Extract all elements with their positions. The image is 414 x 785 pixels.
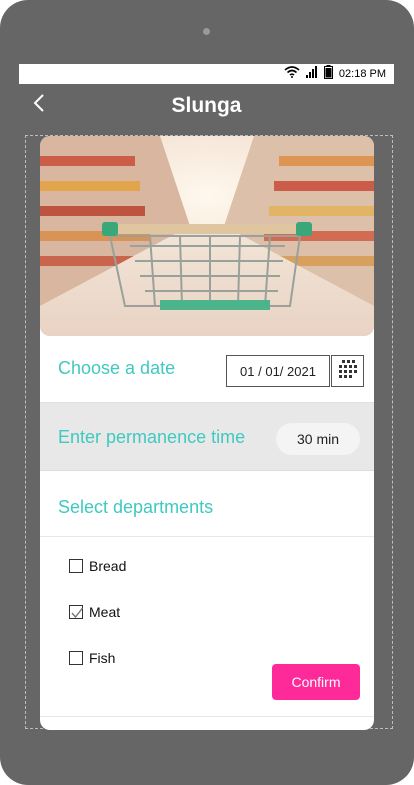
- date-label: Choose a date: [58, 358, 176, 378]
- calendar-grid-icon: [338, 359, 358, 384]
- divider: [40, 716, 374, 717]
- permanence-time-input[interactable]: 30 min: [276, 423, 360, 455]
- department-item-fish[interactable]: Fish: [69, 648, 115, 668]
- permanence-time-label: Enter permanence time: [58, 427, 246, 447]
- department-label: Fish: [89, 650, 116, 666]
- checkmark-icon: [71, 607, 84, 619]
- permanence-time-row: Enter permanence time 30 min: [40, 403, 374, 471]
- checkbox-meat[interactable]: [69, 605, 84, 619]
- status-bar: 02:18 PM: [19, 64, 394, 84]
- department-item-meat[interactable]: Meat: [69, 602, 120, 622]
- app-title: Slunga: [171, 94, 242, 117]
- device-frame: 02:18 PM Slunga Choose a date 01 / 01/ 2…: [0, 0, 414, 785]
- date-input[interactable]: 01 / 01/ 2021: [226, 355, 330, 387]
- status-time: 02:18 PM: [338, 68, 386, 80]
- wifi-icon: [284, 65, 300, 83]
- department-label: Bread: [89, 558, 127, 574]
- battery-icon: [323, 64, 333, 84]
- department-label: Meat: [89, 604, 121, 620]
- departments-label: Select departments: [58, 497, 214, 517]
- camera-dot: [203, 28, 210, 35]
- checkbox-bread[interactable]: [69, 559, 83, 573]
- checkbox-fish[interactable]: [69, 651, 83, 665]
- signal-icon: [305, 65, 318, 83]
- status-icons: 02:18 PM: [284, 64, 386, 84]
- shopping-cart-aisle-image: [40, 136, 374, 336]
- calendar-button[interactable]: [331, 355, 364, 387]
- date-row: Choose a date 01 / 01/ 2021: [40, 336, 374, 403]
- departments-header-row: Select departments: [40, 471, 374, 537]
- app-bar: Slunga: [19, 84, 394, 130]
- booking-card: Choose a date 01 / 01/ 2021 Enter perman…: [40, 136, 374, 730]
- confirm-button[interactable]: Confirm: [272, 664, 360, 700]
- department-item-bread[interactable]: Bread: [69, 556, 126, 576]
